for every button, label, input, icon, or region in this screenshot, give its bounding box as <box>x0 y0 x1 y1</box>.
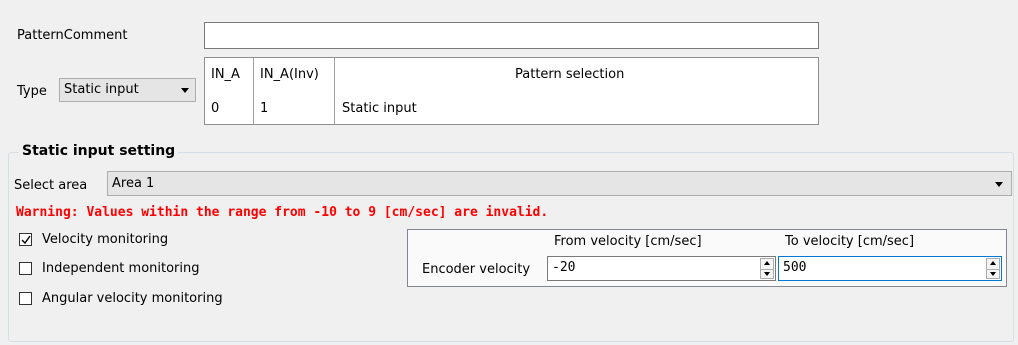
table-header: Pattern selection <box>515 67 625 82</box>
table-header: IN_A <box>211 67 240 82</box>
chevron-down-icon <box>995 182 1003 187</box>
encoder-velocity-label: Encoder velocity <box>422 262 531 277</box>
to-velocity-input[interactable]: 500 <box>778 256 1002 281</box>
select-area-label: Select area <box>14 178 88 193</box>
from-velocity-header: From velocity [cm/sec] <box>554 234 702 249</box>
from-velocity-input[interactable]: -20 <box>547 256 776 281</box>
chevron-down-icon <box>181 88 189 93</box>
group-title: Static input setting <box>19 143 179 159</box>
checkbox-unchecked-icon <box>19 262 32 275</box>
velocity-monitoring-checkbox[interactable]: Velocity monitoring <box>17 232 217 248</box>
to-velocity-header: To velocity [cm/sec] <box>785 234 915 249</box>
angular-velocity-monitoring-checkbox[interactable]: Angular velocity monitoring <box>17 291 257 307</box>
spinner-icon[interactable] <box>760 258 774 279</box>
checkbox-checked-icon <box>19 233 32 246</box>
angular-velocity-monitoring-label: Angular velocity monitoring <box>42 291 223 306</box>
pattern-table: IN_A IN_A(Inv) Pattern selection 0 1 Sta… <box>204 57 819 125</box>
warning-message: Warning: Values within the range from -1… <box>16 205 549 220</box>
table-cell: Static input <box>342 101 417 116</box>
independent-monitoring-label: Independent monitoring <box>42 261 200 276</box>
table-cell: 0 <box>211 101 220 116</box>
pattern-comment-label: PatternComment <box>17 28 128 43</box>
table-header: IN_A(Inv) <box>260 67 319 82</box>
spinner-icon[interactable] <box>986 258 1000 279</box>
type-dropdown[interactable]: Static input <box>59 78 196 102</box>
select-area-dropdown[interactable]: Area 1 <box>107 171 1012 196</box>
type-dropdown-value: Static input <box>64 82 139 97</box>
velocity-monitoring-label: Velocity monitoring <box>42 232 169 247</box>
select-area-value: Area 1 <box>112 176 155 191</box>
table-cell: 1 <box>260 101 269 116</box>
independent-monitoring-checkbox[interactable]: Independent monitoring <box>17 261 227 277</box>
encoder-velocity-panel: From velocity [cm/sec] To velocity [cm/s… <box>407 229 1007 287</box>
pattern-comment-input[interactable] <box>204 22 819 49</box>
type-label: Type <box>17 84 47 99</box>
checkbox-unchecked-icon <box>19 292 32 305</box>
